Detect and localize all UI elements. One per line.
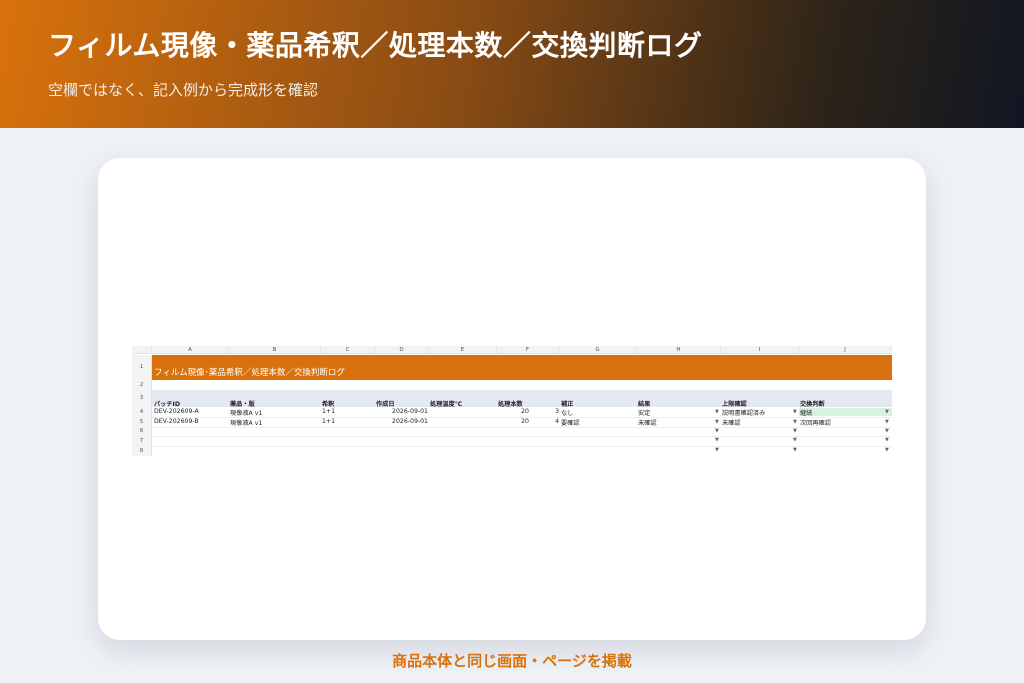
header-chemical-version[interactable]: 薬品・版 <box>230 399 255 408</box>
header-batch-id[interactable]: バッチID <box>154 399 180 408</box>
table-cell[interactable]: 1+1 <box>322 418 335 425</box>
row-header-2[interactable]: 2 <box>132 380 152 390</box>
header-adjustment[interactable]: 補正 <box>561 399 573 408</box>
dropdown-arrow-icon[interactable]: ▼ <box>793 437 797 443</box>
dropdown-arrow-icon[interactable]: ▼ <box>885 419 889 425</box>
column-header-c[interactable]: C <box>321 346 375 354</box>
table-cell[interactable]: 継続 <box>800 408 812 417</box>
column-header-h[interactable]: H <box>637 346 721 354</box>
table-cell[interactable]: 説明書確認済み <box>722 408 765 417</box>
column-header-e[interactable]: E <box>429 346 497 354</box>
table-cell[interactable]: 20 <box>497 418 529 425</box>
column-header-f[interactable]: F <box>497 346 559 354</box>
header-result[interactable]: 結果 <box>638 399 650 408</box>
column-header-i[interactable]: I <box>721 346 799 354</box>
sheet-corner <box>132 346 152 354</box>
row-header-5[interactable]: 5 <box>132 417 152 427</box>
row-header-7[interactable]: 7 <box>132 436 152 446</box>
table-cell[interactable]: 2026-09-01 <box>375 408 428 415</box>
table-cell[interactable]: なし <box>561 408 573 417</box>
row-header-8[interactable]: 8 <box>132 446 152 456</box>
dropdown-arrow-icon[interactable]: ▼ <box>715 419 719 425</box>
dropdown-arrow-icon[interactable]: ▼ <box>793 428 797 434</box>
column-header-a[interactable]: A <box>152 346 229 354</box>
row-header-6[interactable]: 6 <box>132 427 152 436</box>
table-cell[interactable]: 未確認 <box>638 418 657 427</box>
highlighted-cell <box>799 408 892 416</box>
table-cell[interactable]: 20 <box>497 408 529 415</box>
table-cell[interactable]: 要確認 <box>561 418 580 427</box>
dropdown-arrow-icon[interactable]: ▼ <box>885 437 889 443</box>
column-header-j[interactable]: J <box>799 346 892 354</box>
dropdown-arrow-icon[interactable]: ▼ <box>715 437 719 443</box>
table-cell[interactable]: 未確認 <box>722 418 741 427</box>
header-roll-count[interactable]: 処理本数 <box>498 399 523 408</box>
spreadsheet-preview: A B C D E F G H I J 1 2 3 4 5 6 7 8 フィルム… <box>132 346 892 456</box>
column-header-d[interactable]: D <box>375 346 429 354</box>
grid-line <box>152 446 892 447</box>
dropdown-arrow-icon[interactable]: ▼ <box>715 447 719 453</box>
dropdown-arrow-icon[interactable]: ▼ <box>715 409 719 415</box>
column-header-b[interactable]: B <box>229 346 321 354</box>
column-header-g[interactable]: G <box>559 346 637 354</box>
table-cell[interactable]: 2026-09-01 <box>375 418 428 425</box>
grid-line <box>152 427 892 428</box>
page-title: フィルム現像・薬品希釈／処理本数／交換判断ログ <box>48 29 703 62</box>
row-header-1[interactable]: 1 <box>132 355 152 380</box>
header-limit-check[interactable]: 上限確認 <box>722 399 747 408</box>
header-temperature[interactable]: 処理温度℃ <box>430 399 462 408</box>
dropdown-arrow-icon[interactable]: ▼ <box>793 419 797 425</box>
dropdown-arrow-icon[interactable]: ▼ <box>885 428 889 434</box>
dropdown-arrow-icon[interactable]: ▼ <box>715 428 719 434</box>
table-cell[interactable]: 安定 <box>638 408 650 417</box>
page-subtitle: 空欄ではなく、記入例から完成形を確認 <box>48 81 319 99</box>
dropdown-arrow-icon[interactable]: ▼ <box>885 409 889 415</box>
hero-banner: フィルム現像・薬品希釈／処理本数／交換判断ログ 空欄ではなく、記入例から完成形を… <box>0 0 1024 128</box>
header-created-date[interactable]: 作成日 <box>376 399 395 408</box>
table-cell[interactable]: 4 <box>542 418 559 425</box>
header-dilution[interactable]: 希釈 <box>322 399 334 408</box>
header-replacement-decision[interactable]: 交換判断 <box>800 399 825 408</box>
table-cell[interactable]: 3 <box>542 408 559 415</box>
table-cell[interactable]: 次回再確認 <box>800 418 831 427</box>
table-cell[interactable]: DEV-202609-A <box>154 408 199 415</box>
caption: 商品本体と同じ画面・ページを掲載 <box>392 652 632 670</box>
table-cell[interactable]: 現像液A v1 <box>230 418 262 427</box>
row-header-3[interactable]: 3 <box>132 390 152 407</box>
grid-line <box>152 436 892 437</box>
sheet-title: フィルム現像･薬品希釈／処理本数／交換判断ログ <box>154 368 345 378</box>
table-cell[interactable]: DEV-202609-B <box>154 418 199 425</box>
row-header-4[interactable]: 4 <box>132 407 152 417</box>
table-cell[interactable]: 1+1 <box>322 408 335 415</box>
dropdown-arrow-icon[interactable]: ▼ <box>793 409 797 415</box>
table-cell[interactable]: 現像液A v1 <box>230 408 262 417</box>
dropdown-arrow-icon[interactable]: ▼ <box>793 447 797 453</box>
dropdown-arrow-icon[interactable]: ▼ <box>885 447 889 453</box>
